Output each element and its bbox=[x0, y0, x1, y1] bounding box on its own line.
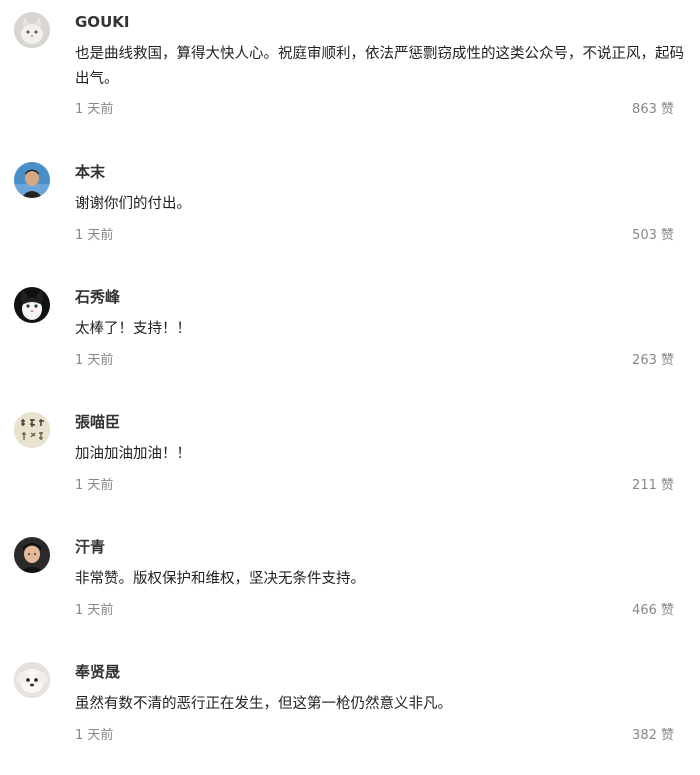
like-count[interactable]: 211 赞 bbox=[632, 477, 674, 495]
comment-content: 非常赞。版权保护和维权，坚决无条件支持。 bbox=[75, 571, 365, 587]
like-count[interactable]: 466 赞 bbox=[632, 602, 674, 620]
comment-nickname[interactable]: 石秀峰 bbox=[75, 287, 120, 307]
comment-nickname[interactable]: 汗青 bbox=[75, 537, 105, 557]
like-count[interactable]: 382 赞 bbox=[632, 727, 674, 745]
comment-content: 太棒了！支持！！ bbox=[75, 321, 191, 337]
person-avatar-icon[interactable] bbox=[14, 537, 50, 573]
like-count[interactable]: 503 赞 bbox=[632, 227, 674, 245]
cat-avatar-icon[interactable] bbox=[14, 12, 50, 48]
person-avatar-icon[interactable] bbox=[14, 162, 50, 198]
cat-bw-avatar-icon[interactable] bbox=[14, 287, 50, 323]
comment-time: 1 天前 bbox=[75, 102, 114, 117]
comment-item: 本末 谢谢你们的付出。 1 天前 503 赞 bbox=[0, 150, 700, 275]
comment-content: 虽然有数不清的恶行正在发生，但这第一枪仍然意义非凡。 bbox=[75, 696, 452, 712]
comment-item: 張喵臣 加油加油加油！！ 1 天前 211 赞 bbox=[0, 400, 700, 525]
comment-nickname[interactable]: 奉贤晟 bbox=[75, 662, 120, 682]
comment-time: 1 天前 bbox=[75, 603, 114, 618]
comment-time: 1 天前 bbox=[75, 478, 114, 493]
comment-item: GOUKI 也是曲线救国，算得大快人心。祝庭审顺利，依法严惩剽窃成性的这类公众号… bbox=[0, 0, 700, 125]
calligraphy-avatar-icon[interactable] bbox=[14, 412, 50, 448]
dog-avatar-icon[interactable] bbox=[14, 662, 50, 698]
comment-nickname[interactable]: 本末 bbox=[75, 162, 105, 182]
comment-time: 1 天前 bbox=[75, 353, 114, 368]
like-count[interactable]: 263 赞 bbox=[632, 352, 674, 370]
comment-nickname[interactable]: 張喵臣 bbox=[75, 412, 120, 432]
comment-content: 加油加油加油！！ bbox=[75, 446, 191, 462]
comment-item: 汗青 非常赞。版权保护和维权，坚决无条件支持。 1 天前 466 赞 bbox=[0, 525, 700, 650]
comment-list: GOUKI 也是曲线救国，算得大快人心。祝庭审顺利，依法严惩剽窃成性的这类公众号… bbox=[0, 0, 700, 760]
comment-content: 也是曲线救国，算得大快人心。祝庭审顺利，依法严惩剽窃成性的这类公众号，不说正风，… bbox=[75, 46, 684, 87]
comment-item: 石秀峰 太棒了！支持！！ 1 天前 263 赞 bbox=[0, 275, 700, 400]
like-count[interactable]: 863 赞 bbox=[632, 101, 674, 119]
comment-time: 1 天前 bbox=[75, 228, 114, 243]
comment-time: 1 天前 bbox=[75, 728, 114, 743]
comment-item: 奉贤晟 虽然有数不清的恶行正在发生，但这第一枪仍然意义非凡。 1 天前 382 … bbox=[0, 650, 700, 775]
comment-nickname[interactable]: GOUKI bbox=[75, 12, 129, 32]
comment-content: 谢谢你们的付出。 bbox=[75, 196, 191, 212]
